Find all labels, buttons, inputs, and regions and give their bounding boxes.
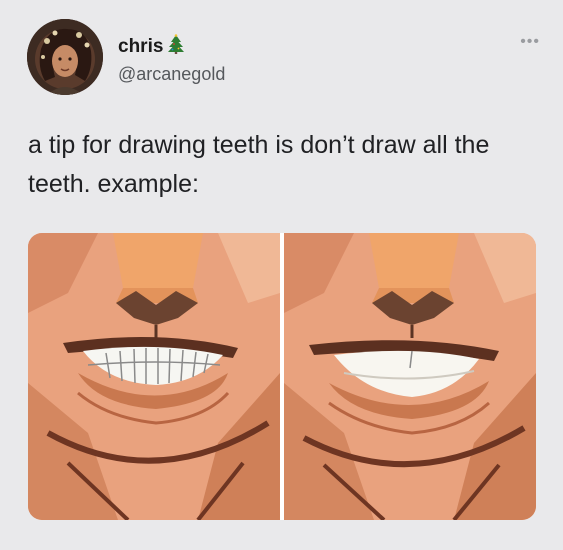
tweet-media[interactable]: [28, 233, 536, 520]
media-image-left[interactable]: [28, 233, 280, 520]
teeth-all-drawn-image: [28, 233, 280, 520]
tweet-text: a tip for drawing teeth is don’t draw al…: [28, 131, 490, 198]
display-name-text: chris: [118, 36, 164, 57]
teeth-simplified-image: [284, 233, 536, 520]
display-name[interactable]: chris: [118, 34, 185, 60]
avatar[interactable]: [27, 19, 103, 95]
avatar-illustration-icon: [27, 19, 103, 95]
more-options-icon[interactable]: •••: [520, 34, 540, 50]
tweet-card: chris @arcanegold ••• a tip for drawing …: [0, 0, 563, 550]
user-handle[interactable]: @arcanegold: [118, 64, 225, 85]
christmas-tree-icon: [167, 34, 185, 60]
media-image-right[interactable]: [284, 233, 536, 520]
